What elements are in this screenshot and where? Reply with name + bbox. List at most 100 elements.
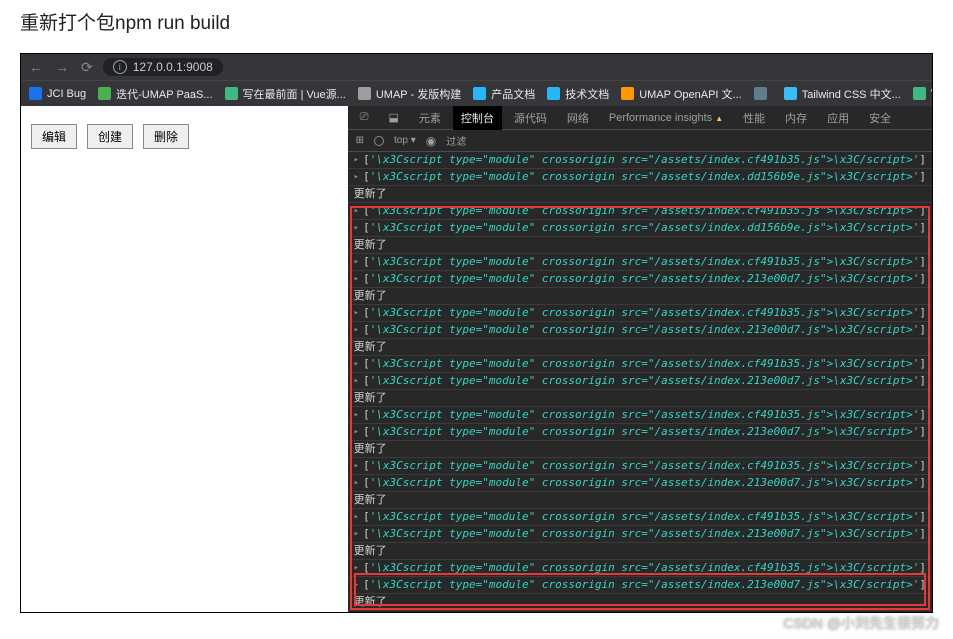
tab-network[interactable]: 网络	[559, 106, 597, 130]
tab-performance[interactable]: 性能	[735, 106, 773, 130]
bookmark-item[interactable]: Vue.js	[913, 87, 932, 100]
delete-button[interactable]: 删除	[143, 124, 189, 149]
script-string: '\x3Cscript type="module" crossorigin sr…	[370, 577, 920, 593]
script-string: '\x3Cscript type="module" crossorigin sr…	[370, 509, 920, 525]
console-message: 更新了	[348, 594, 932, 611]
expand-arrow-icon[interactable]: ▸	[354, 254, 359, 270]
expand-arrow-icon[interactable]: ▸	[354, 203, 359, 219]
script-string: '\x3Cscript type="module" crossorigin sr…	[370, 611, 920, 612]
bookmark-label: Vue.js	[931, 88, 932, 100]
console-message: 更新了	[348, 543, 932, 560]
bookmark-favicon	[621, 87, 634, 100]
console-log-line: ▸['\x3Cscript type="module" crossorigin …	[348, 611, 932, 612]
bookmark-label: Tailwind CSS 中文...	[802, 86, 901, 102]
bookmarks-bar: JCI Bug 迭代-UMAP PaaS... 写在最前面 | Vue源... UMA…	[21, 80, 932, 106]
bookmark-item[interactable]: 迭代-UMAP PaaS...	[98, 86, 212, 102]
bookmark-favicon	[784, 87, 797, 100]
live-expr-icon[interactable]: ◉	[426, 134, 436, 148]
bookmark-item[interactable]	[754, 87, 772, 100]
script-string: '\x3Cscript type="module" crossorigin sr…	[370, 322, 920, 338]
expand-arrow-icon[interactable]: ▸	[354, 356, 359, 372]
tab-console[interactable]: 控制台	[453, 106, 502, 130]
console-message: 更新了	[348, 186, 932, 203]
console-log-line: ▸['\x3Cscript type="module" crossorigin …	[348, 271, 932, 288]
tab-elements[interactable]: 元素	[411, 106, 449, 130]
browser-window: ← → ⟳ i 127.0.0.1:9008 JCI Bug 迭代-UMAP Pa…	[20, 53, 933, 613]
script-string: '\x3Cscript type="module" crossorigin sr…	[370, 203, 920, 219]
devtools-tabs: ⎚ ⬓ 元素 控制台 源代码 网络 Performance insights 性…	[348, 106, 932, 130]
expand-arrow-icon[interactable]: ▸	[354, 611, 359, 612]
console-log-line: ▸['\x3Cscript type="module" crossorigin …	[348, 424, 932, 441]
script-string: '\x3Cscript type="module" crossorigin sr…	[370, 254, 920, 270]
expand-arrow-icon[interactable]: ▸	[354, 169, 359, 185]
expand-arrow-icon[interactable]: ▸	[354, 458, 359, 474]
expand-arrow-icon[interactable]: ▸	[354, 373, 359, 389]
bookmark-label: UMAP OpenAPI 文...	[639, 86, 742, 102]
expand-arrow-icon[interactable]: ▸	[354, 526, 359, 542]
script-string: '\x3Cscript type="module" crossorigin sr…	[370, 305, 920, 321]
console-log-line: ▸['\x3Cscript type="module" crossorigin …	[348, 577, 932, 594]
forward-icon[interactable]: →	[55, 59, 69, 76]
expand-arrow-icon[interactable]: ▸	[354, 560, 359, 576]
bookmark-item[interactable]: 产品文档	[473, 86, 535, 102]
bookmark-item[interactable]: UMAP - 发版构建	[358, 86, 461, 102]
bookmark-favicon	[29, 87, 42, 100]
script-string: '\x3Cscript type="module" crossorigin sr…	[370, 152, 920, 168]
site-info-icon[interactable]: i	[113, 60, 127, 74]
console-log-line: ▸['\x3Cscript type="module" crossorigin …	[348, 152, 932, 169]
console-log-line: ▸['\x3Cscript type="module" crossorigin …	[348, 203, 932, 220]
bookmark-label: 迭代-UMAP PaaS...	[116, 86, 212, 102]
expand-arrow-icon[interactable]: ▸	[354, 424, 359, 440]
console-log-line: ▸['\x3Cscript type="module" crossorigin …	[348, 322, 932, 339]
device-icon[interactable]: ⬓	[380, 107, 406, 128]
bookmark-item[interactable]: Tailwind CSS 中文...	[784, 86, 901, 102]
console-log-line: ▸['\x3Cscript type="module" crossorigin …	[348, 356, 932, 373]
reload-icon[interactable]: ⟳	[81, 59, 93, 76]
console-message: 更新了	[348, 492, 932, 509]
bookmark-item[interactable]: 技术文档	[547, 86, 609, 102]
context-icon[interactable]: ⊞	[356, 135, 364, 146]
back-icon[interactable]: ←	[29, 59, 43, 76]
bookmark-item[interactable]: JCI Bug	[29, 87, 86, 100]
expand-arrow-icon[interactable]: ▸	[354, 220, 359, 236]
expand-arrow-icon[interactable]: ▸	[354, 407, 359, 423]
console-log-line: ▸['\x3Cscript type="module" crossorigin …	[348, 407, 932, 424]
bookmark-label: 技术文档	[565, 86, 609, 102]
console-log-line: ▸['\x3Cscript type="module" crossorigin …	[348, 509, 932, 526]
address-field[interactable]: i 127.0.0.1:9008	[103, 58, 223, 76]
console-message: 更新了	[348, 288, 932, 305]
console-log-line: ▸['\x3Cscript type="module" crossorigin …	[348, 458, 932, 475]
bookmark-item[interactable]: 写在最前面 | Vue源...	[225, 86, 346, 102]
bookmark-item[interactable]: UMAP OpenAPI 文...	[621, 86, 742, 102]
console-log-line: ▸['\x3Cscript type="module" crossorigin …	[348, 560, 932, 577]
tab-perf-insights[interactable]: Performance insights	[601, 108, 731, 128]
script-string: '\x3Cscript type="module" crossorigin sr…	[370, 407, 920, 423]
console-message: 更新了	[348, 339, 932, 356]
clear-icon[interactable]	[374, 136, 384, 146]
bookmark-favicon	[98, 87, 111, 100]
tab-memory[interactable]: 内存	[777, 106, 815, 130]
expand-arrow-icon[interactable]: ▸	[354, 305, 359, 321]
script-string: '\x3Cscript type="module" crossorigin sr…	[370, 220, 920, 236]
expand-arrow-icon[interactable]: ▸	[354, 475, 359, 491]
context-selector[interactable]: top ▾	[394, 135, 416, 146]
edit-button[interactable]: 编辑	[31, 124, 77, 149]
script-string: '\x3Cscript type="module" crossorigin sr…	[370, 458, 920, 474]
console-log-line: ▸['\x3Cscript type="module" crossorigin …	[348, 220, 932, 237]
tab-security[interactable]: 安全	[861, 106, 899, 130]
bookmark-label: 产品文档	[491, 86, 535, 102]
tab-application[interactable]: 应用	[819, 106, 857, 130]
inspect-icon[interactable]: ⎚	[352, 107, 377, 128]
console-filter-bar: ⊞ top ▾ ◉ 过滤	[348, 130, 932, 152]
bookmark-favicon	[225, 87, 238, 100]
expand-arrow-icon[interactable]: ▸	[354, 152, 359, 168]
console-output[interactable]: ▸['\x3Cscript type="module" crossorigin …	[348, 152, 932, 612]
expand-arrow-icon[interactable]: ▸	[354, 322, 359, 338]
expand-arrow-icon[interactable]: ▸	[354, 577, 359, 593]
expand-arrow-icon[interactable]: ▸	[354, 271, 359, 287]
page-content: 编辑 创建 删除	[21, 106, 348, 612]
bookmark-favicon	[473, 87, 486, 100]
tab-sources[interactable]: 源代码	[506, 106, 555, 130]
expand-arrow-icon[interactable]: ▸	[354, 509, 359, 525]
create-button[interactable]: 创建	[87, 124, 133, 149]
